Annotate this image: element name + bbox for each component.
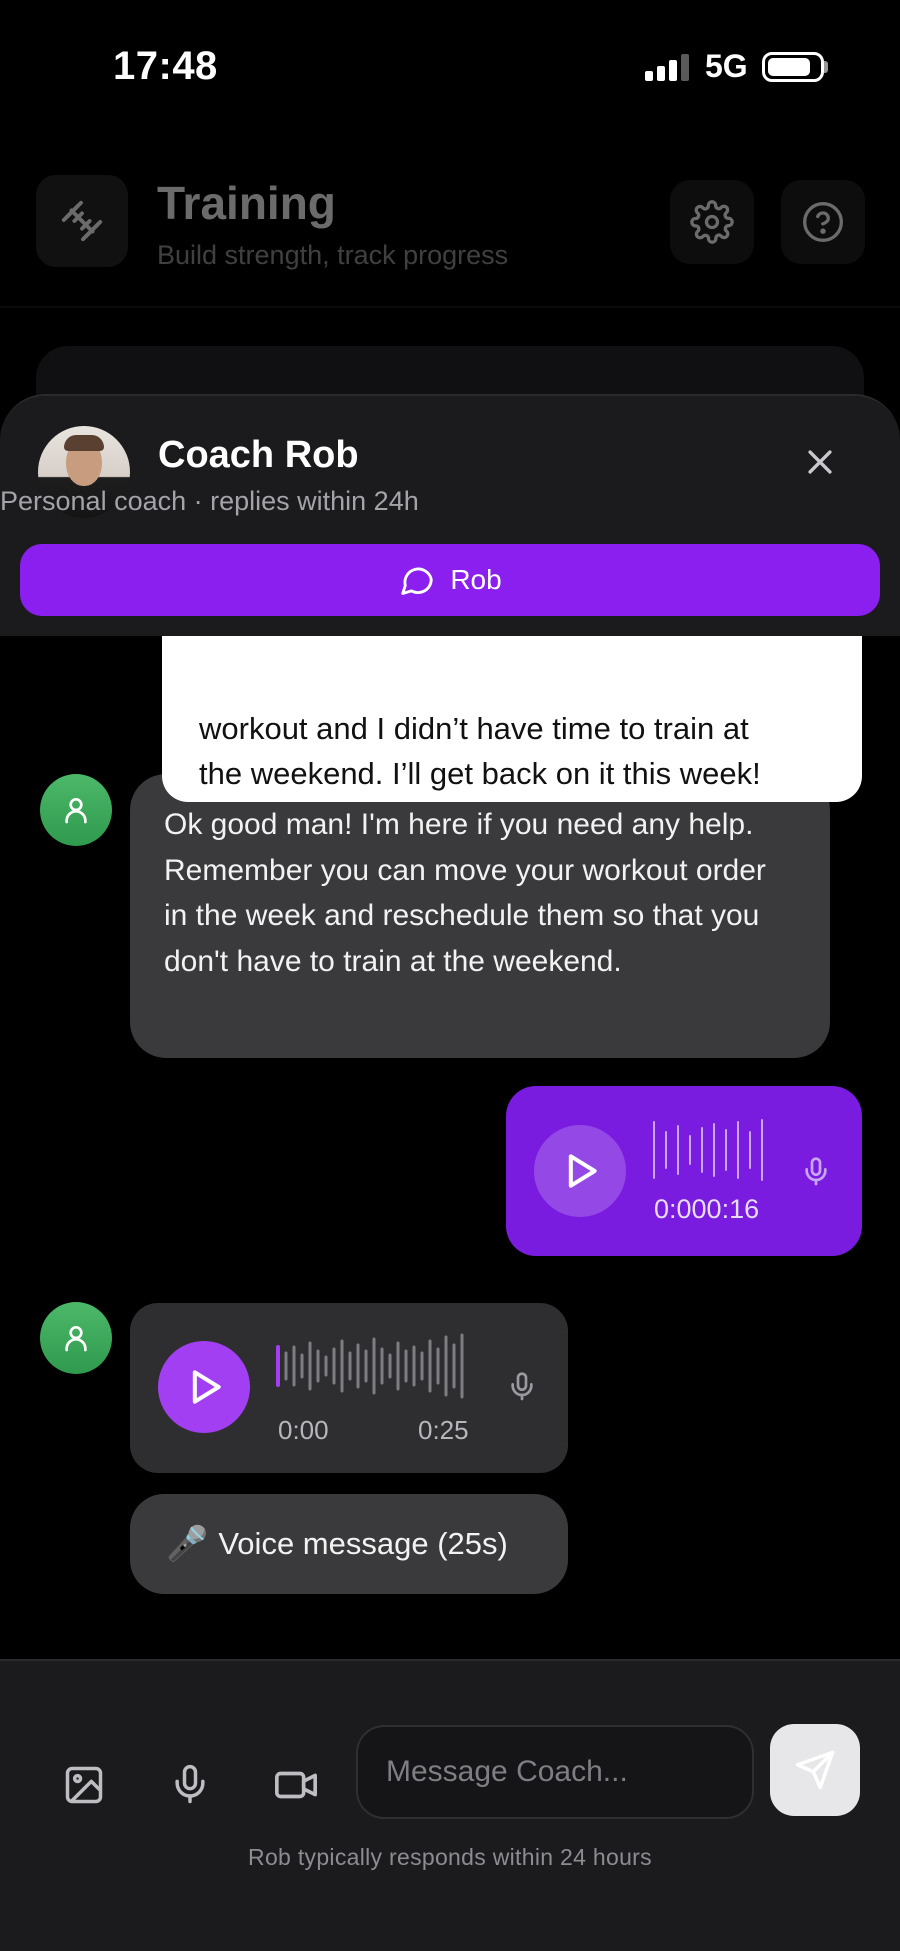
coach-avatar (40, 774, 112, 846)
page-subtitle: Build strength, track progress (157, 240, 509, 270)
video-icon (275, 1771, 317, 1799)
signal-icon (645, 54, 689, 81)
message-text: workout and I didn’t have time to train … (199, 711, 749, 746)
coach-name: Coach Rob (158, 434, 359, 476)
close-icon (808, 450, 832, 474)
user-icon (65, 798, 87, 824)
mic-icon (175, 1764, 205, 1804)
settings-button[interactable] (670, 180, 754, 264)
record-voice-button[interactable] (166, 1761, 214, 1809)
close-button[interactable] (796, 438, 844, 486)
chat-bubble-icon (401, 567, 433, 595)
waveform[interactable] (276, 1331, 472, 1401)
incoming-voice-message: 0:00 0:25 (130, 1303, 568, 1473)
message-composer: Rob typically responds within 24 hours (0, 1659, 900, 1951)
battery-icon (762, 52, 824, 82)
send-button[interactable] (770, 1724, 860, 1816)
chat-header: Coach Rob Personal coach · replies withi… (0, 396, 900, 636)
gear-icon (690, 200, 734, 244)
message-input[interactable] (356, 1725, 754, 1819)
status-time: 17:48 (113, 44, 218, 88)
record-video-button[interactable] (272, 1761, 320, 1809)
message-text: the weekend. I’ll get back on it this we… (199, 756, 761, 791)
mic-icon (511, 1372, 533, 1401)
waveform (653, 1119, 763, 1181)
incoming-message: Ok good man! I'm here if you need any he… (130, 774, 830, 1058)
send-icon (795, 1750, 835, 1790)
voice-duration: 0:000:16 (654, 1194, 760, 1224)
background-app-header: Training Build strength, track progress (0, 150, 900, 308)
outgoing-voice-message: 0:000:16 (506, 1086, 862, 1256)
coach-avatar (40, 1302, 112, 1374)
play-button[interactable] (534, 1125, 626, 1217)
response-time-hint: Rob typically responds within 24 hours (248, 1844, 652, 1870)
network-label: 5G (705, 48, 748, 84)
user-icon (65, 1326, 87, 1352)
microphone-emoji: 🎤 (166, 1525, 209, 1563)
voice-elapsed: 0:00 (278, 1415, 329, 1445)
play-icon (568, 1154, 597, 1188)
dumbbell-icon (36, 175, 128, 267)
voice-duration: 0:25 (418, 1415, 469, 1445)
help-button[interactable] (781, 180, 865, 264)
play-icon (192, 1370, 221, 1404)
tab-label: Rob (450, 564, 502, 595)
help-icon (803, 202, 843, 242)
tab-rob[interactable]: Rob (20, 544, 880, 616)
status-bar: 17:48 5G (0, 0, 900, 130)
voice-label-text: Voice message (25s) (218, 1526, 508, 1561)
mic-icon (805, 1157, 827, 1186)
coach-subtitle: Personal coach · replies within 24h (0, 486, 419, 516)
attach-image-button[interactable] (60, 1761, 108, 1809)
voice-message-label: 🎤 Voice message (25s) (130, 1494, 568, 1594)
page-title: Training (157, 177, 336, 229)
play-button[interactable] (158, 1341, 250, 1433)
image-icon (65, 1766, 103, 1804)
coach-chat-sheet: Coach Rob Personal coach · replies withi… (0, 394, 900, 1951)
